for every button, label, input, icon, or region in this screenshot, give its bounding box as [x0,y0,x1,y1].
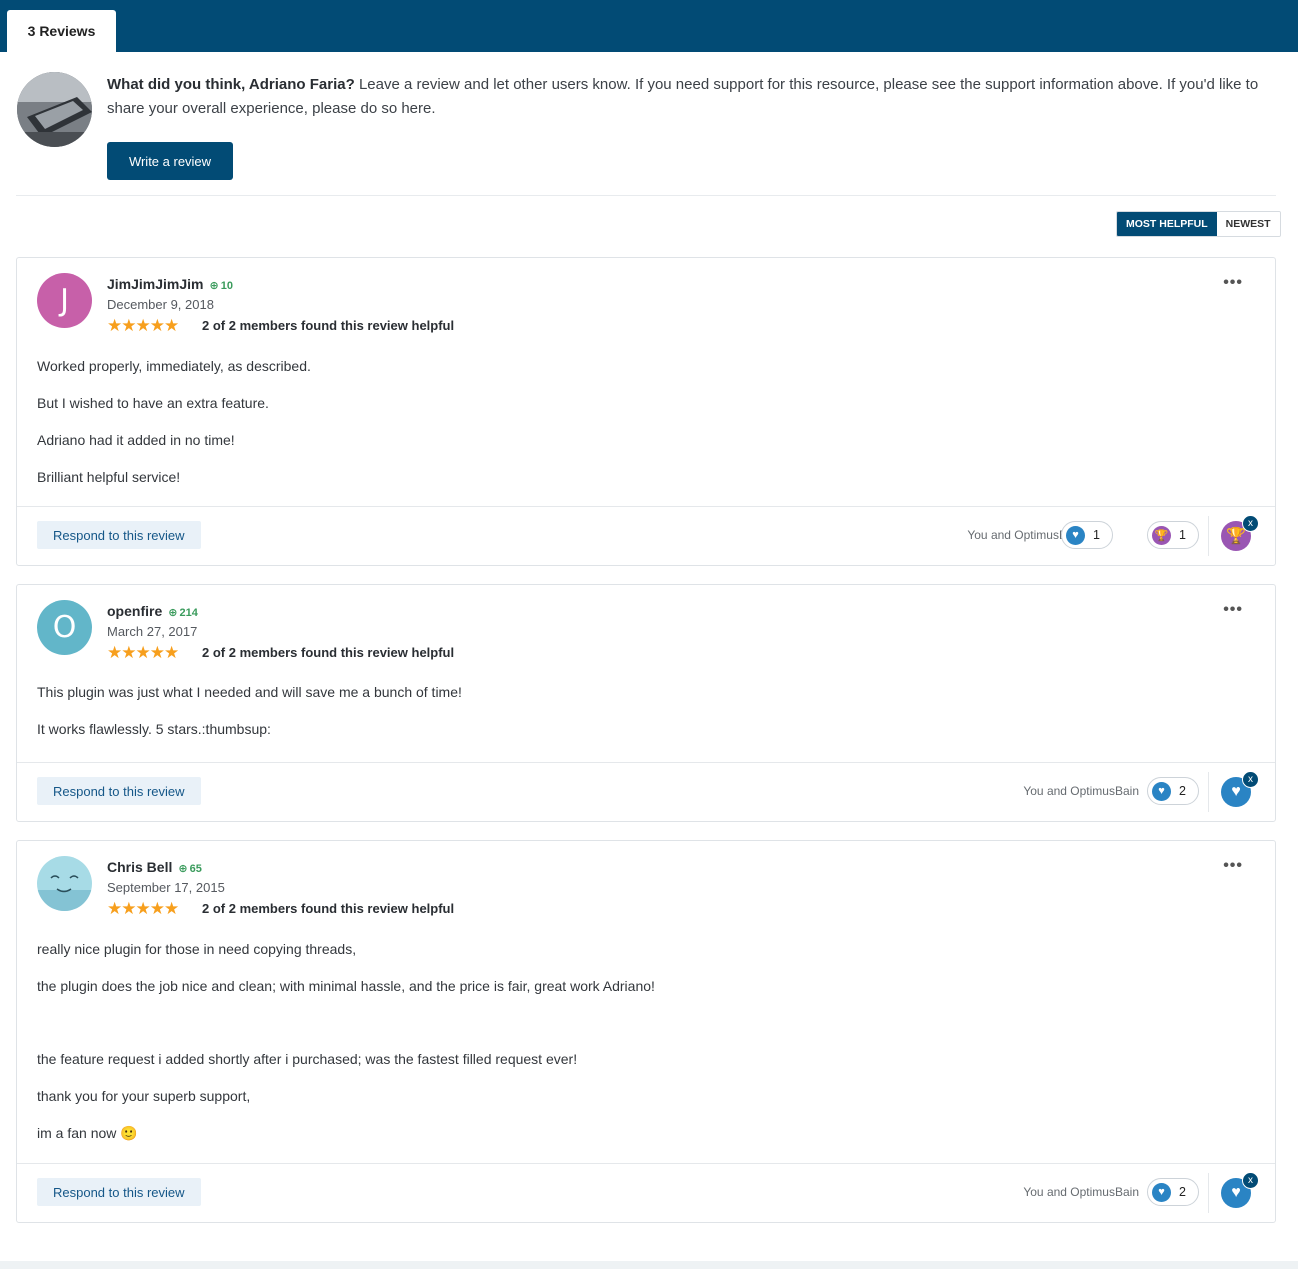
prompt-question: What did you think, Adriano Faria? [107,76,355,93]
reaction-heart[interactable]: ♥ 1 [1061,521,1113,549]
reaction-trophy[interactable]: 🏆 1 [1147,521,1199,549]
remove-reaction-icon[interactable]: x [1242,1172,1259,1189]
sort-toggle: Most Helpful Newest [1116,211,1281,237]
review-author: JimJimJimJim 10 [107,276,233,292]
review-author: openfire 214 [107,603,198,619]
star-rating: ★★★★★ [107,316,179,335]
reputation-badge: 10 [210,280,233,292]
helpful-count: 2 of 2 members found this review helpful [202,645,455,660]
heart-icon: ♥ [1152,781,1172,801]
review-author: Chris Bell 65 [107,859,202,875]
avatar[interactable] [17,72,92,147]
more-options-icon[interactable]: ••• [1223,274,1243,292]
divider [1208,772,1209,812]
review-body: Worked properly, immediately, as describ… [37,356,311,504]
trophy-icon: 🏆 [1152,525,1172,545]
respond-button[interactable]: Respond to this review [37,1178,201,1206]
reaction-count: 2 [1179,784,1186,798]
review-paragraph: the feature request i added shortly afte… [37,1051,578,1067]
review-footer: Respond to this review You and OptimusBa… [17,1163,1275,1222]
review-paragraph: the plugin does the job nice and clean; … [37,978,655,994]
page-footer-strip [0,1261,1298,1269]
avatar[interactable]: O [37,600,92,655]
heart-icon: ♥ [1066,525,1086,545]
review-footer: Respond to this review You and OptimusBa… [17,506,1275,565]
divider [16,195,1276,196]
star-rating: ★★★★★ [107,643,179,662]
review-paragraph: Brilliant helpful service! [37,469,181,485]
review-paragraph: This plugin was just what I needed and w… [37,684,462,700]
review-card: J JimJimJimJim10 December 9, 2018 ★★★★★ … [16,257,1276,566]
respond-button[interactable]: Respond to this review [37,777,201,805]
review-date: September 17, 2015 [107,880,225,895]
reaction-heart[interactable]: ♥ 2 [1147,777,1199,805]
review-body: This plugin was just what I needed and w… [37,682,462,756]
review-date: March 27, 2017 [107,624,198,639]
tab-bar: 3 Reviews [0,0,1298,52]
reaction-count: 1 [1179,528,1186,542]
reacted-by[interactable]: You and OptimusBain [1023,1185,1139,1199]
helpful-count: 2 of 2 members found this review helpful [202,901,455,916]
sort-newest[interactable]: Newest [1216,212,1280,236]
remove-reaction-icon[interactable]: x [1242,515,1259,532]
respond-button[interactable]: Respond to this review [37,521,201,549]
author-name[interactable]: openfire [107,603,162,619]
avatar[interactable]: J [37,273,92,328]
reaction-count: 2 [1179,1185,1186,1199]
write-review-button[interactable]: Write a review [107,142,233,180]
divider [1208,516,1209,556]
review-paragraph: Adriano had it added in no time! [37,432,235,448]
review-paragraph: It works flawlessly. 5 stars.:thumbsup: [37,721,271,737]
tab-reviews[interactable]: 3 Reviews [7,10,116,52]
author-name[interactable]: Chris Bell [107,859,172,875]
review-paragraph: really nice plugin for those in need cop… [37,941,357,957]
review-paragraph: thank you for your superb support, [37,1088,251,1104]
reputation-badge: 214 [168,607,198,619]
reacted-by[interactable]: You and OptimusBain [1023,784,1139,798]
reaction-heart[interactable]: ♥ 2 [1147,1178,1199,1206]
more-options-icon[interactable]: ••• [1223,601,1243,619]
review-paragraph: But I wished to have an extra feature. [37,395,269,411]
reputation-badge: 65 [178,863,201,875]
review-paragraph [37,1013,655,1032]
author-name[interactable]: JimJimJimJim [107,276,204,292]
reaction-count: 1 [1093,528,1100,542]
remove-reaction-icon[interactable]: x [1242,771,1259,788]
review-paragraph: Worked properly, immediately, as describ… [37,358,311,374]
review-footer: Respond to this review You and OptimusBa… [17,762,1275,821]
heart-icon: ♥ [1152,1182,1172,1202]
review-card: Chris Bell 65 September 17, 2015 ★★★★★ 2 … [16,840,1276,1223]
sort-most-helpful[interactable]: Most Helpful [1117,212,1217,236]
review-card: O openfire 214 March 27, 2017 ★★★★★ 2 of … [16,584,1276,822]
divider [1208,1173,1209,1213]
more-options-icon[interactable]: ••• [1223,857,1243,875]
review-body: really nice plugin for those in need cop… [37,939,655,1160]
helpful-count: 2 of 2 members found this review helpful [202,318,455,333]
review-paragraph: im a fan now 🙂 [37,1125,138,1141]
star-rating: ★★★★★ [107,899,179,918]
review-prompt: What did you think, Adriano Faria? Leave… [107,73,1267,121]
avatar[interactable] [37,856,92,911]
review-date: December 9, 2018 [107,297,214,312]
